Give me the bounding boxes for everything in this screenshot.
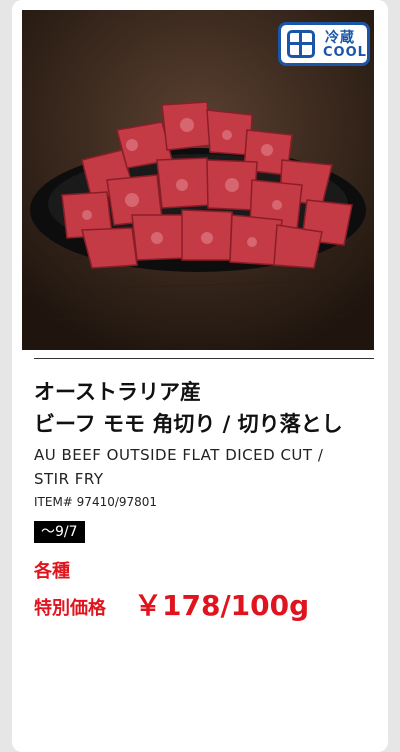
product-english-line1: AU BEEF OUTSIDE FLAT DICED CUT / <box>34 446 324 464</box>
special-price-label: 特別価格 <box>34 598 106 619</box>
date-badge: 〜9/7 <box>34 521 85 543</box>
divider <box>34 358 374 359</box>
cool-label-en: COOL <box>323 45 367 60</box>
variety-label: 各種 <box>34 561 70 582</box>
refrigerator-icon <box>287 30 315 58</box>
product-title-line2: ビーフ モモ 角切り / 切り落とし <box>34 412 343 436</box>
cool-label-jp: 冷蔵 <box>325 30 355 46</box>
price: ￥178/100g <box>134 589 310 622</box>
cool-badge: 冷蔵 COOL <box>278 22 370 66</box>
item-number: ITEM# 97410/97801 <box>34 495 158 509</box>
product-title-line1: オーストラリア産 <box>34 380 201 404</box>
product-english-line2: STIR FRY <box>34 470 104 488</box>
